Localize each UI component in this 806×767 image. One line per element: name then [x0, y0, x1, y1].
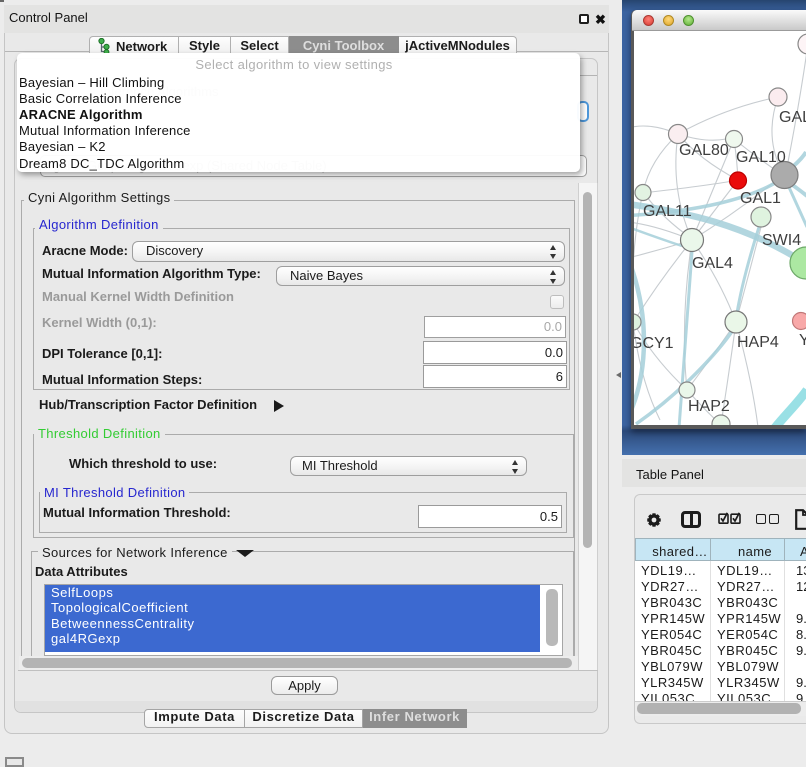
- svg-text:GAL11: GAL11: [643, 203, 692, 220]
- svg-text:Y: Y: [799, 332, 806, 349]
- svg-text:GAL80: GAL80: [679, 142, 729, 159]
- svg-text:GAL1: GAL1: [740, 190, 781, 207]
- svg-text:GAL2: GAL2: [779, 109, 806, 126]
- svg-text:HAP2: HAP2: [688, 398, 730, 415]
- svg-text:SWI4: SWI4: [762, 232, 801, 249]
- svg-text:GCY1: GCY1: [634, 335, 674, 352]
- svg-text:GAL4: GAL4: [692, 255, 733, 272]
- svg-text:GAL10: GAL10: [736, 149, 786, 166]
- svg-text:HAP4: HAP4: [737, 334, 779, 351]
